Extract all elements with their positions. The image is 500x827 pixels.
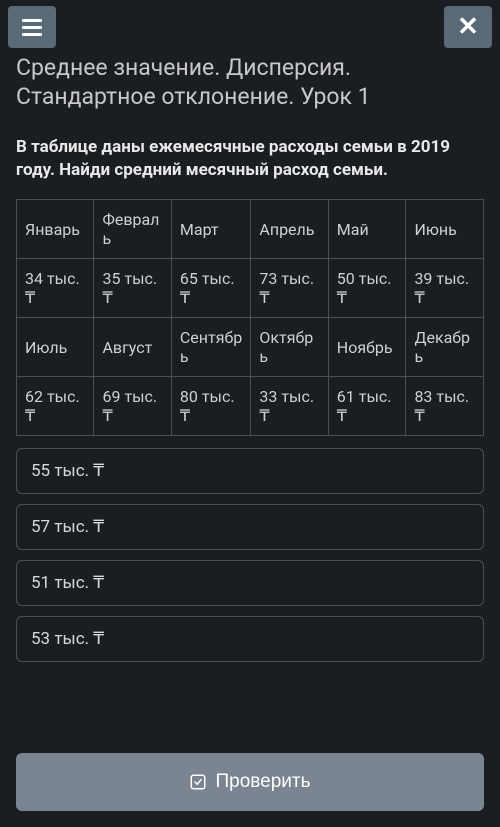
data-table: Январь Февраль Март Апрель Май Июнь 34 т… — [16, 199, 484, 436]
table-cell: 50 тыс. ₸ — [328, 259, 406, 318]
table-cell: 33 тыс. ₸ — [251, 377, 328, 436]
table-cell: 83 тыс. ₸ — [406, 377, 484, 436]
table-cell: 39 тыс. ₸ — [406, 259, 484, 318]
table-cell: 61 тыс. ₸ — [328, 377, 406, 436]
table-cell: 34 тыс. ₸ — [17, 259, 94, 318]
table-cell: Февраль — [94, 200, 171, 259]
table-cell: Июнь — [406, 200, 484, 259]
answer-option[interactable]: 51 тыс. ₸ — [16, 560, 484, 606]
table-cell: Март — [171, 200, 251, 259]
answer-option-label: 53 тыс. ₸ — [31, 629, 104, 649]
table-cell: Апрель — [251, 200, 328, 259]
table-cell: Май — [328, 200, 406, 259]
close-icon: ✕ — [457, 14, 479, 40]
hamburger-icon — [22, 19, 42, 36]
answer-option[interactable]: 55 тыс. ₸ — [16, 448, 484, 494]
check-button-label: Проверить — [215, 771, 310, 793]
table-cell: 65 тыс. ₸ — [171, 259, 251, 318]
answer-option-label: 55 тыс. ₸ — [31, 461, 104, 481]
table-row: Июль Август Сентябрь Октябрь Ноябрь Дека… — [17, 318, 484, 377]
check-icon — [189, 773, 207, 791]
table-cell: 69 тыс. ₸ — [94, 377, 171, 436]
check-button[interactable]: Проверить — [16, 753, 484, 811]
answer-option[interactable]: 53 тыс. ₸ — [16, 616, 484, 662]
answer-option-label: 51 тыс. ₸ — [31, 573, 104, 593]
table-cell: 73 тыс. ₸ — [251, 259, 328, 318]
table-cell: Октябрь — [251, 318, 328, 377]
question-text: В таблице даны ежемесячные расходы семьи… — [16, 136, 484, 184]
table-cell: Сентябрь — [171, 318, 251, 377]
menu-button[interactable] — [8, 6, 56, 48]
close-button[interactable]: ✕ — [444, 6, 492, 48]
table-cell: Август — [94, 318, 171, 377]
table-cell: 35 тыс. ₸ — [94, 259, 171, 318]
table-cell: Декабрь — [406, 318, 484, 377]
table-row: 62 тыс. ₸ 69 тыс. ₸ 80 тыс. ₸ 33 тыс. ₸ … — [17, 377, 484, 436]
answer-option[interactable]: 57 тыс. ₸ — [16, 504, 484, 550]
answer-option-label: 57 тыс. ₸ — [31, 517, 104, 537]
table-cell: Ноябрь — [328, 318, 406, 377]
table-cell: Январь — [17, 200, 94, 259]
table-cell: 62 тыс. ₸ — [17, 377, 94, 436]
table-cell: 80 тыс. ₸ — [171, 377, 251, 436]
table-cell: Июль — [17, 318, 94, 377]
table-row: Январь Февраль Март Апрель Май Июнь — [17, 200, 484, 259]
table-row: 34 тыс. ₸ 35 тыс. ₸ 65 тыс. ₸ 73 тыс. ₸ … — [17, 259, 484, 318]
page-title: Среднее значение. Дисперсия. Стандартное… — [16, 54, 484, 112]
